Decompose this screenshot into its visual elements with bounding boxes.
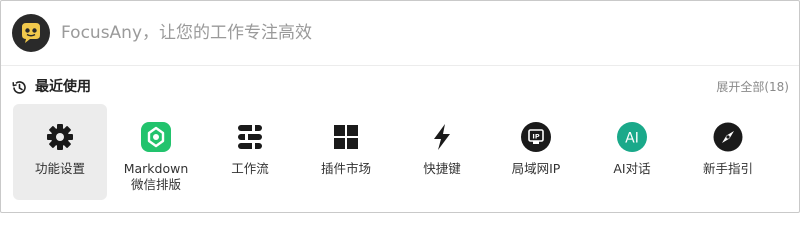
section-title: 最近使用 <box>35 79 91 95</box>
item-label: 功能设置 <box>34 161 85 176</box>
svg-text:IP: IP <box>532 133 539 141</box>
item-plugin-market[interactable]: 插件市场 <box>299 104 393 200</box>
history-clock-icon <box>11 79 28 96</box>
recent-items-list: 功能设置 Markdown 微信排版 工作流 插件市场 快捷键 IP 局域网IP… <box>13 104 789 200</box>
ip-badge-icon: IP <box>520 121 552 153</box>
markdown-wechat-icon <box>140 121 172 153</box>
focusany-logo-icon <box>11 13 51 53</box>
item-markdown-wechat[interactable]: Markdown 微信排版 <box>109 104 203 200</box>
item-label: 快捷键 <box>423 161 461 176</box>
svg-text:AI: AI <box>625 131 639 147</box>
item-workflow[interactable]: 工作流 <box>203 104 297 200</box>
item-label: 局域网IP <box>511 161 561 176</box>
expand-all-link[interactable]: 展开全部(18) <box>716 79 789 95</box>
item-label: 工作流 <box>231 161 269 176</box>
item-label: 插件市场 <box>320 161 371 176</box>
item-label: 新手指引 <box>702 161 753 176</box>
item-label: AI对话 <box>613 161 651 176</box>
compass-icon <box>712 121 744 153</box>
item-settings[interactable]: 功能设置 <box>13 104 107 200</box>
item-ai-chat[interactable]: AI AI对话 <box>585 104 679 200</box>
search-input[interactable] <box>61 19 781 47</box>
workflow-icon <box>234 121 266 153</box>
search-bar <box>1 1 799 66</box>
gear-icon <box>44 121 76 153</box>
recent-section-header: 最近使用 展开全部(18) <box>11 76 789 98</box>
ai-chat-icon: AI <box>616 121 648 153</box>
item-shortcuts[interactable]: 快捷键 <box>395 104 489 200</box>
item-lan-ip[interactable]: IP 局域网IP <box>489 104 583 200</box>
plugin-grid-icon <box>330 121 362 153</box>
item-guide[interactable]: 新手指引 <box>681 104 775 200</box>
launcher-window: 最近使用 展开全部(18) <box>0 0 800 213</box>
item-label: Markdown 微信排版 <box>123 161 189 192</box>
lightning-icon <box>426 121 458 153</box>
